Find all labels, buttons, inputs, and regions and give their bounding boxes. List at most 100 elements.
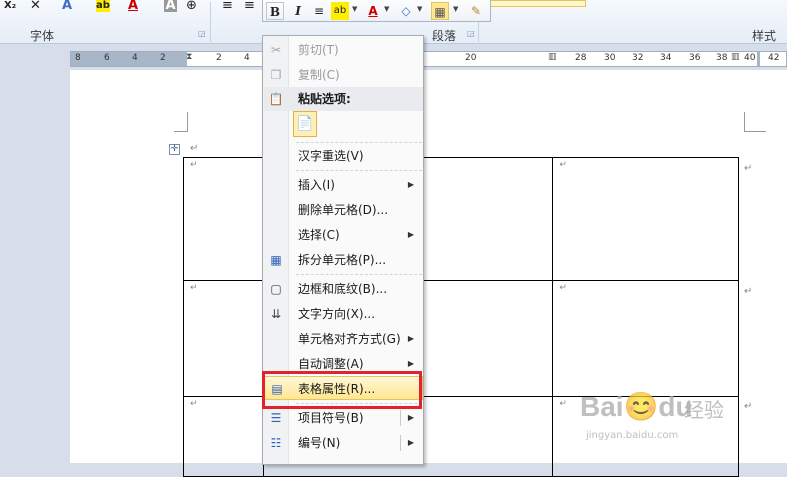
menu-item-select[interactable]: 选择(C) ▶ (264, 223, 423, 247)
chevron-down-icon[interactable]: ▼ (384, 5, 389, 13)
borders-button[interactable]: ▦ (431, 2, 449, 20)
horizontal-ruler[interactable]: 8 6 4 2 ⧗ 2 4 20 ▥ 28 30 32 34 36 38 ▥ 4… (70, 51, 787, 67)
bullets-icon: ☰ (270, 411, 282, 425)
menu-item-delete-cells[interactable]: 删除单元格(D)... (264, 198, 423, 222)
ruler-number: 4 (244, 53, 250, 63)
ruler-number: 30 (604, 53, 616, 63)
menu-item-text-direction[interactable]: ⇊ 文字方向(X)... (264, 302, 423, 326)
menu-item-numbering[interactable]: ☷ 编号(N) ▶ (264, 431, 423, 455)
menu-item-paste-options: 📋 粘贴选项: (264, 87, 423, 111)
table-cell[interactable]: ↵ (183, 280, 264, 397)
submenu-arrow-icon: ▶ (407, 230, 414, 239)
shading-fill-button[interactable]: ◇ (397, 2, 415, 20)
styles-group-label: 样式 (752, 29, 777, 43)
text-direction-icon: ⇊ (270, 307, 282, 321)
menu-item-cell-alignment[interactable]: 单元格对齐方式(G) ▶ (264, 327, 423, 351)
menu-item-borders-shading[interactable]: ▢ 边框和底纹(B)... (264, 277, 423, 301)
scissors-icon: ✂ (270, 43, 282, 57)
ruler-number: 20 (465, 53, 477, 63)
highlight-button[interactable]: ab (96, 0, 110, 12)
ruler-margin-right (757, 52, 760, 66)
paragraph-mark: ↵ (190, 283, 198, 293)
font-color-button[interactable]: A (364, 2, 382, 20)
watermark-url: jingyan.baidu.com (586, 430, 679, 441)
row-end-mark: ↵ (744, 163, 753, 174)
bold-button[interactable]: B (266, 2, 284, 20)
menu-item-bullets[interactable]: ☰ 项目符号(B) ▶ (264, 406, 423, 430)
paste-text-icon: 📄 (296, 116, 314, 132)
menu-item-label: 剪切(T) (298, 43, 339, 57)
indent-marker-icon[interactable]: ⧗ (186, 52, 192, 62)
crop-mark-left (174, 112, 188, 132)
mini-toolbar: B I ≡ ab ▼ A ▼ ◇ ▼ ▦ ▼ ✎ (262, 0, 491, 22)
table-cell[interactable]: ↵ (183, 157, 264, 281)
ruler-number: 40 (744, 53, 756, 63)
column-marker-icon[interactable]: ▥ (731, 52, 740, 62)
paragraph-mark: ↵ (559, 283, 567, 293)
menu-item-label: 项目符号(B) (298, 411, 364, 425)
char-shading-button[interactable]: A (164, 0, 177, 12)
menu-item-reconvert[interactable]: 汉字重选(V) (264, 144, 423, 168)
crop-mark-right (744, 112, 766, 132)
menu-item-label: 插入(I) (298, 178, 335, 192)
center-align-button[interactable]: ≡ (310, 2, 328, 20)
chevron-down-icon[interactable]: ▼ (352, 5, 357, 13)
copy-icon: ❐ (270, 68, 282, 82)
table-move-handle-icon[interactable]: ✛ (169, 144, 180, 155)
chevron-down-icon[interactable]: ▼ (417, 5, 422, 13)
watermark-chinese: 经验 (684, 398, 724, 422)
menu-item-copy[interactable]: ❐ 复制(C) (264, 63, 423, 87)
borders-icon: ▢ (270, 282, 282, 296)
menu-item-label: 编号(N) (298, 436, 341, 450)
ruler-number: 32 (632, 53, 644, 63)
text-effects-button[interactable]: A (62, 0, 72, 12)
paragraph-mark: ↵ (559, 399, 567, 409)
menu-separator (296, 142, 422, 143)
align-center-icon[interactable]: ≡ (244, 0, 255, 12)
paragraph-dialog-launcher-icon[interactable]: ◲ (467, 29, 475, 38)
menu-item-label: 汉字重选(V) (298, 149, 364, 163)
italic-button[interactable]: I (289, 2, 307, 20)
table-cell[interactable]: ↵ (183, 396, 264, 477)
menu-item-label: 选择(C) (298, 228, 340, 242)
ruler-number: 38 (716, 53, 728, 63)
font-color-button[interactable]: A (128, 0, 138, 12)
ruler-number: 2 (160, 53, 166, 63)
align-left-icon[interactable]: ≡ (222, 0, 233, 12)
submenu-arrow-icon[interactable]: ▶ (408, 431, 414, 455)
column-marker-icon[interactable]: ▥ (548, 52, 557, 62)
ruler-number: 6 (104, 53, 110, 63)
font-dialog-launcher-icon[interactable]: ◲ (198, 29, 206, 38)
numbering-icon: ☷ (270, 436, 282, 450)
format-painter-button[interactable]: ✎ (467, 2, 485, 20)
menu-item-cut[interactable]: ✂ 剪切(T) (264, 38, 423, 62)
ruler-number: 42 (768, 53, 780, 63)
font-group-label: 字体 (30, 29, 55, 43)
submenu-arrow-icon[interactable]: ▶ (408, 406, 414, 430)
table-cell[interactable]: ↵ (552, 157, 739, 281)
ruler-number: 28 (575, 53, 587, 63)
highlight-annotation-box (262, 371, 422, 409)
paste-keep-text-button[interactable]: 📄 (293, 111, 317, 137)
row-end-mark: ↵ (744, 286, 753, 297)
ruler-number: 4 (132, 53, 138, 63)
chevron-down-icon[interactable]: ▼ (453, 5, 458, 13)
enclose-char-icon[interactable]: ⊕ (186, 0, 197, 12)
menu-item-label: 边框和底纹(B)... (298, 282, 388, 296)
split-cells-icon: ▦ (270, 253, 282, 267)
table-cell[interactable]: ↵ (552, 280, 739, 397)
baidu-watermark-logo: Bai😊du 经验 jingyan.baidu.com (580, 390, 780, 460)
clear-format-button[interactable]: ✕ (30, 0, 41, 12)
menu-item-insert[interactable]: 插入(I) ▶ (264, 173, 423, 197)
paragraph-mark: ↵ (190, 399, 198, 409)
subscript-button[interactable]: X₂ (4, 0, 16, 12)
paragraph-mark: ↵ (190, 143, 199, 154)
menu-separator (296, 274, 422, 275)
menu-item-label: 复制(C) (298, 68, 340, 82)
submenu-arrow-icon: ▶ (407, 334, 414, 343)
highlight-color-button[interactable]: ab (331, 2, 349, 20)
paragraph-mark: ↵ (190, 160, 198, 170)
menu-item-split-cells[interactable]: ▦ 拆分单元格(P)... (264, 248, 423, 272)
menu-separator (296, 170, 422, 171)
styles-gallery-item[interactable] (490, 0, 586, 7)
